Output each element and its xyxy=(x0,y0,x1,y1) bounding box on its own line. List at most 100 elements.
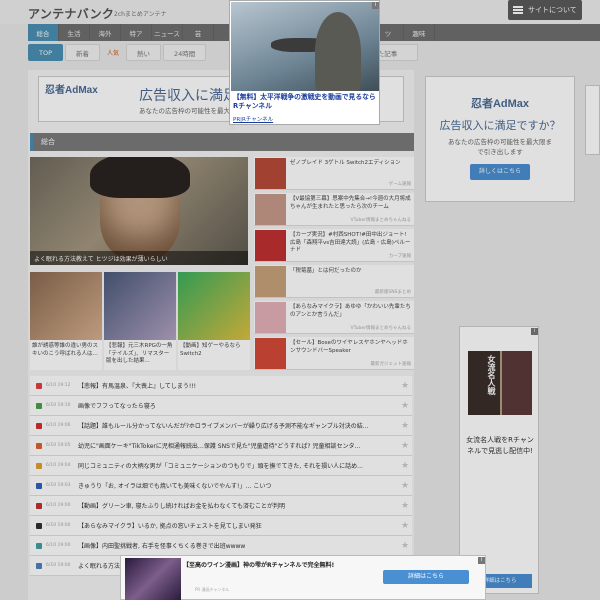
video-ad-image xyxy=(231,2,379,91)
side-article-source: カープ速報 xyxy=(388,254,411,259)
video-ad-source[interactable]: PR|Rチャンネル xyxy=(233,115,273,123)
side-article[interactable]: 【V最協第三幕】思案中先集合→!今週の大月将成ちゃんが生まれたと思ったら次のチー… xyxy=(254,193,414,226)
list-item[interactable]: 6/10 19:03 きゅうり「お, オイラは畑でも焼いても美味くないでやんす!… xyxy=(30,476,412,496)
ad-info-icon[interactable]: i xyxy=(531,328,538,335)
list-item-title: 【悲報】有馬温泉、『大喪上』してしまう!!! xyxy=(78,383,197,390)
tab-top[interactable]: TOP xyxy=(28,44,64,61)
side-article[interactable]: ゼノブレイド 3ゲトル Switch2エディション ゲーム速報 xyxy=(254,157,414,190)
article-card-image xyxy=(104,272,176,340)
star-icon[interactable]: ★ xyxy=(398,461,412,471)
side-article[interactable]: 【セール】BoseのワイヤレスヤホンヤヘッドホンサウンドバーSpeaker 最新… xyxy=(254,337,414,370)
list-item-time: 6/10 19:00 xyxy=(46,523,71,528)
sidebar-ad[interactable]: 忍者AdMax 広告収入に満足ですか？ あなたの広告枠の可能性を最大限まで引き出… xyxy=(425,76,575,202)
star-icon[interactable]: ★ xyxy=(398,381,412,391)
video-popup-ad[interactable]: i 【無料】太平洋戦争の激戦史を動画で見るならRチャンネル PR|Rチャンネル xyxy=(229,0,380,125)
side-article-title: 【あらなみマイクラ】あゆゆ「かわいい先輩たちのアンとか言うんだ」 xyxy=(290,304,411,318)
vertical-ad-image-right xyxy=(502,351,532,415)
side-article-thumbnail xyxy=(255,230,286,261)
video-ad-pilot xyxy=(315,12,361,91)
video-ad-title[interactable]: 【無料】太平洋戦争の激戦史を動画で見るならRチャンネル xyxy=(233,93,379,111)
article-list: 6/10 19:12 【悲報】有馬温泉、『大喪上』してしまう!!! ★ 6/10… xyxy=(30,376,412,576)
bottom-sticky-ad[interactable]: 【至高のワイン漫画】神の雫がRチャンネルで完全無料! PR 漫画チャンネル 詳細… xyxy=(120,555,486,600)
article-card[interactable]: 誰が誘惑等誰の違い男のスキいのこう呼ばれる人は... xyxy=(30,272,102,370)
vertical-ad[interactable]: i 女流名人戦 女流名人戦をRチャンネルで見逃し配信中! 詳細はこちら xyxy=(459,326,539,594)
tab-ranking[interactable]: 人気 xyxy=(102,44,124,61)
side-article-thumbnail xyxy=(255,302,286,333)
list-item[interactable]: 6/10 19:05 幼児に"画面ケーキ"TikTokerに児相通報続出…保護 … xyxy=(30,436,412,456)
side-article-source: 最新版SNSまとめ xyxy=(374,290,411,295)
list-item[interactable]: 6/10 19:00 【動画】グリーン車, 寝たふりし続ければお金を払わなくても… xyxy=(30,496,412,516)
side-article-title: 「税篭墓」とは何だったのか xyxy=(290,268,362,274)
list-item[interactable]: 6/10 19:12 【悲報】有馬温泉、『大喪上』してしまう!!! ★ xyxy=(30,376,412,396)
admax-logo: 忍者AdMax xyxy=(470,98,530,110)
source-icon xyxy=(36,482,42,489)
list-item-time: 6/10 19:04 xyxy=(46,463,71,468)
banner-ad-text: あなたの広告枠の可能性を最大 xyxy=(139,107,230,115)
tab-24h[interactable]: 24時間 xyxy=(163,44,207,61)
star-icon[interactable]: ★ xyxy=(398,481,412,491)
side-article-source: ゲーム速報 xyxy=(388,182,411,187)
section-title: 総合 xyxy=(30,133,414,151)
list-item[interactable]: 6/10 19:06 【話題】誰もルール分かってないんだが?ホロライブメンバーが… xyxy=(30,416,412,436)
bottom-ad-button[interactable]: 詳細はこちら xyxy=(383,570,469,584)
nav-tab-entertainment[interactable]: 芸 xyxy=(183,24,214,41)
star-icon[interactable]: ★ xyxy=(398,401,412,411)
side-article-thumbnail xyxy=(255,266,286,297)
nav-tab-general[interactable]: 総合 xyxy=(28,24,59,41)
side-article-title: 【セール】BoseのワイヤレスヤホンヤヘッドホンサウンドバーSpeaker xyxy=(290,340,408,354)
side-article-source: VTuber情報まとめちゃんねる xyxy=(350,326,411,331)
list-item[interactable]: 6/10 19:10 画像でフフってなったら寝ろ ★ xyxy=(30,396,412,416)
list-item-title: きゅうり「お, オイラは畑でも焼いても美味くないでやんす!」… こいつ xyxy=(78,483,272,490)
list-item-title: 【話題】誰もルール分かってないんだが?ホロライブメンバーが繰り広げる予測不能なギ… xyxy=(78,423,369,430)
menu-icon xyxy=(513,6,523,14)
ad-info-icon[interactable]: i xyxy=(372,2,379,9)
star-icon[interactable]: ★ xyxy=(398,541,412,551)
bottom-ad-title: 【至高のワイン漫画】神の雫がRチャンネルで完全無料! xyxy=(183,562,335,569)
side-article-source: VTuber情報まとめちゃんねる xyxy=(350,218,411,223)
side-article-title: 【カープ実況】#村西SHOT!#田中出ジョート!広島「森翔平vs吉田達大読」(広… xyxy=(290,232,411,254)
list-item-time: 6/10 19:00 xyxy=(46,543,71,548)
source-icon xyxy=(36,502,42,509)
source-icon xyxy=(36,402,42,409)
nav-right-group: ツ 趣味 xyxy=(373,24,435,41)
nav-tab-life[interactable]: 生活 xyxy=(59,24,90,41)
list-item-title: 【画像】内田聖挑戦者, 右手を怪事くちくる巻きで出班wwww xyxy=(78,543,246,550)
side-article[interactable]: 「税篭墓」とは何だったのか 最新版SNSまとめ xyxy=(254,265,414,298)
about-button[interactable]: サイトについて xyxy=(508,0,582,20)
list-item-time: 6/10 19:05 xyxy=(46,443,71,448)
nav-tab-asia[interactable]: 特ア xyxy=(121,24,152,41)
star-icon[interactable]: ★ xyxy=(398,441,412,451)
list-item[interactable]: 6/10 19:00 【画像】内田聖挑戦者, 右手を怪事くちくる巻きで出班www… xyxy=(30,536,412,556)
ad-info-icon[interactable]: i xyxy=(478,557,485,564)
nav-tab-overseas[interactable]: 海外 xyxy=(90,24,121,41)
article-card[interactable]: 【動画】知ゲーやるならSwitch2 xyxy=(178,272,250,370)
sidebar-ad-button[interactable]: 詳しくはこちら xyxy=(470,163,530,180)
site-title[interactable]: アンテナバンク xyxy=(28,5,114,22)
side-article-source: 最新ガジェット速報 xyxy=(370,362,412,367)
article-card-title: 【悲報】元三木RPGの一角「テイルズ」、リマスター版を出した結果... xyxy=(106,343,173,365)
hero-caption: よく眠れる方法教えて ヒツジは効果が薄いらしい xyxy=(30,251,248,265)
list-item[interactable]: 6/10 19:00 【あらなみマイクラ】いるか, 拠点の窓いチェストを見てしま… xyxy=(30,516,412,536)
hero-article[interactable]: よく眠れる方法教えて ヒツジは効果が薄いらしい xyxy=(30,157,248,265)
tab-hot[interactable]: 熱い xyxy=(126,44,162,61)
sidebar-ad-title: 広告収入に満足ですか？ xyxy=(439,119,561,132)
article-card-image xyxy=(178,272,250,340)
close-icon[interactable]: × xyxy=(229,123,236,132)
sidebar-ad-text: あなたの広告枠の可能性を最大限まで引き出します xyxy=(448,138,552,156)
bottom-ad-thumbnail xyxy=(125,558,181,600)
nav-tab-news[interactable]: ニュース xyxy=(152,24,183,41)
star-icon[interactable]: ★ xyxy=(398,521,412,531)
bottom-ad-sponsor: PR 漫画チャンネル xyxy=(195,587,230,592)
list-item[interactable]: 6/10 19:04 同じコミュニティの大柄な男が「コミュニケーションのつもりで… xyxy=(30,456,412,476)
nav-tab-hobby[interactable]: 趣味 xyxy=(404,24,435,41)
side-article-thumbnail xyxy=(255,338,286,369)
side-article[interactable]: 【あらなみマイクラ】あゆゆ「かわいい先輩たちのアンとか言うんだ」 VTuber情… xyxy=(254,301,414,334)
list-item-time: 6/10 19:10 xyxy=(46,403,71,408)
article-card[interactable]: 【悲報】元三木RPGの一角「テイルズ」、リマスター版を出した結果... xyxy=(104,272,176,370)
side-article[interactable]: 【カープ実況】#村西SHOT!#田中出ジョート!広島「森翔平vs吉田達大読」(広… xyxy=(254,229,414,262)
star-icon[interactable]: ★ xyxy=(398,501,412,511)
tab-new[interactable]: 新着 xyxy=(65,44,101,61)
star-icon[interactable]: ★ xyxy=(398,421,412,431)
source-icon xyxy=(36,462,42,469)
site-subtitle: 2chまとめアンテナ xyxy=(114,11,167,18)
